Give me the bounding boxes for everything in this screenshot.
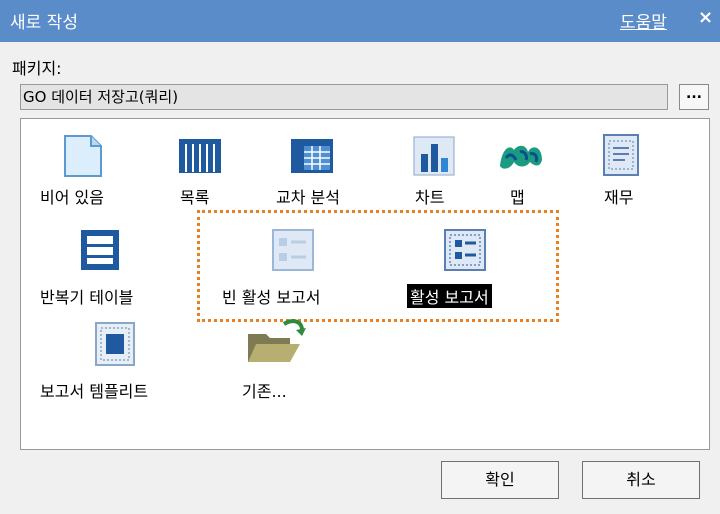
item-label: 교차 분석: [276, 188, 340, 207]
close-icon[interactable]: ×: [698, 7, 713, 28]
report-template-icon: [95, 322, 135, 366]
item-label: 반복기 테이블: [40, 288, 134, 307]
list-icon: [179, 139, 221, 173]
item-label: 기존...: [242, 382, 287, 401]
ok-button[interactable]: 확인: [441, 461, 559, 499]
package-label: 패키지:: [12, 59, 62, 78]
blank-active-report-icon: [272, 229, 314, 271]
item-label: 활성 보고서: [407, 284, 492, 308]
open-folder-icon: [248, 319, 306, 362]
blank-page-icon: [64, 135, 102, 177]
window-title: 새로 작성: [10, 13, 78, 33]
browse-button[interactable]: ...: [679, 84, 709, 110]
map-icon: [500, 145, 542, 169]
item-label: 목록: [180, 188, 210, 207]
item-label: 보고서 템플리트: [40, 382, 149, 401]
crosstab-icon: [291, 139, 333, 173]
package-field[interactable]: GO 데이터 저장고(쿼리): [20, 84, 668, 110]
item-label: 빈 활성 보고서: [222, 288, 321, 307]
item-label: 비어 있음: [40, 188, 104, 207]
cancel-button[interactable]: 취소: [582, 461, 700, 499]
bar-chart-icon: [413, 136, 455, 176]
item-label: 차트: [415, 188, 445, 207]
financial-report-icon: [603, 134, 639, 176]
title-bar: 새로 작성 도움말 ×: [0, 0, 720, 42]
help-link[interactable]: 도움말: [620, 8, 667, 33]
item-label: 맵: [510, 188, 525, 207]
item-label: 재무: [604, 188, 634, 207]
repeater-table-icon: [81, 230, 119, 270]
active-report-icon: [444, 229, 486, 271]
